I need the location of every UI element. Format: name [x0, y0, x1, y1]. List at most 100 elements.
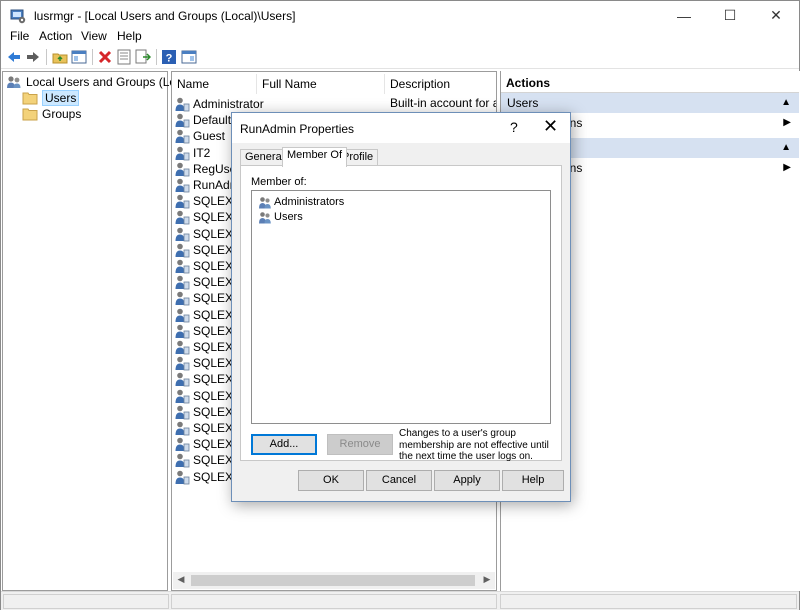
help-button[interactable]: Help	[502, 470, 564, 491]
table-row[interactable]: Administrator Built-in account for adm	[174, 96, 496, 112]
show-hide-action-pane-icon[interactable]	[181, 49, 197, 65]
svg-text:?: ?	[166, 53, 173, 65]
properties-dialog: RunAdmin Properties ? ✕ General Member O…	[231, 112, 571, 502]
back-icon[interactable]	[6, 49, 22, 65]
toolbar: ?	[1, 45, 799, 69]
dialog-help-button[interactable]: ?	[510, 119, 518, 135]
table-row[interactable]: IT2	[174, 145, 210, 161]
actions-section-users[interactable]: Users ▲	[501, 93, 799, 113]
tab-member-of[interactable]: Member Of	[282, 147, 348, 167]
user-icon	[175, 356, 190, 371]
folder-icon	[22, 108, 38, 121]
group-icon	[259, 196, 271, 208]
user-icon	[175, 308, 190, 322]
status-bar	[1, 591, 799, 610]
status-segment	[171, 594, 497, 609]
menu-view[interactable]: View	[81, 29, 107, 43]
ok-button[interactable]: OK	[298, 470, 364, 491]
user-icon	[175, 275, 190, 290]
close-button[interactable]: ✕	[753, 1, 799, 30]
cancel-button[interactable]: Cancel	[366, 470, 432, 491]
user-icon	[175, 324, 190, 339]
user-icon	[175, 194, 190, 209]
delete-icon[interactable]	[97, 49, 113, 65]
user-icon	[175, 146, 190, 160]
collapse-icon[interactable]: ▲	[781, 93, 791, 113]
column-header-description[interactable]: Description	[385, 74, 496, 94]
list-item[interactable]: Users	[258, 210, 303, 224]
actions-section-label: Users	[507, 96, 539, 110]
member-name: Administrators	[274, 196, 345, 208]
scroll-left-icon[interactable]: ◀	[175, 574, 187, 585]
status-segment	[500, 594, 797, 609]
user-name: Guest	[193, 129, 226, 144]
member-name: Users	[274, 211, 303, 223]
user-icon	[175, 373, 190, 387]
apply-button[interactable]: Apply	[434, 470, 500, 491]
user-icon	[175, 454, 190, 468]
user-icon	[175, 470, 190, 484]
up-folder-icon[interactable]	[52, 49, 68, 65]
tree-item-groups[interactable]: Groups	[22, 106, 81, 122]
collapse-icon[interactable]: ▲	[781, 138, 791, 158]
user-icon	[175, 227, 190, 241]
user-icon	[175, 243, 190, 258]
tree-item-label: Users	[42, 90, 80, 106]
table-row[interactable]: Guest	[174, 128, 225, 144]
tree-item-label: Groups	[42, 107, 82, 121]
forward-icon[interactable]	[25, 49, 41, 65]
main-window: lusrmgr - [Local Users and Groups (Local…	[0, 0, 800, 610]
user-name: IT2	[193, 145, 211, 160]
user-icon	[175, 437, 190, 452]
local-users-groups-icon	[7, 76, 21, 88]
folder-icon	[22, 92, 38, 105]
user-icon	[175, 405, 190, 420]
user-icon	[175, 178, 190, 193]
column-header-name[interactable]: Name	[172, 74, 257, 94]
minimize-button[interactable]: —	[661, 1, 707, 30]
user-icon	[175, 211, 190, 225]
scroll-right-icon[interactable]: ▶	[481, 574, 493, 585]
column-header-full-name[interactable]: Full Name	[257, 74, 385, 94]
user-icon	[175, 259, 190, 274]
submenu-arrow-icon: ▶	[783, 162, 791, 173]
help-icon[interactable]: ?	[161, 49, 177, 65]
tree-item-users[interactable]: Users	[22, 90, 80, 106]
window-title: lusrmgr - [Local Users and Groups (Local…	[34, 9, 296, 23]
user-icon	[175, 340, 190, 355]
menu-help[interactable]: Help	[117, 29, 142, 43]
toolbar-separator	[92, 49, 93, 65]
menu-file[interactable]: File	[10, 29, 29, 43]
dialog-close-button[interactable]: ✕	[543, 116, 558, 137]
computer-management-icon	[10, 9, 26, 24]
scrollbar-thumb[interactable]	[191, 575, 475, 586]
user-icon	[175, 421, 190, 436]
export-list-icon[interactable]	[135, 49, 151, 65]
user-icon	[175, 292, 190, 306]
console-tree: Local Users and Groups (Local) Users Gro…	[2, 71, 195, 591]
user-icon	[175, 97, 190, 112]
user-icon	[175, 162, 190, 177]
dialog-title-bar: RunAdmin Properties ? ✕	[232, 113, 570, 143]
maximize-button[interactable]: ☐	[707, 1, 753, 30]
submenu-arrow-icon: ▶	[783, 117, 791, 128]
user-icon	[175, 113, 190, 128]
membership-note: Changes to a user's group membership are…	[399, 428, 549, 462]
menu-action[interactable]: Action	[39, 29, 72, 43]
user-icon	[175, 130, 190, 144]
show-hide-tree-icon[interactable]	[71, 49, 87, 65]
list-item[interactable]: Administrators	[258, 195, 344, 209]
dialog-title: RunAdmin Properties	[240, 122, 355, 136]
actions-title: Actions	[501, 73, 799, 93]
member-of-list[interactable]: Administrators Users	[251, 190, 551, 424]
group-icon	[259, 211, 271, 223]
tree-root-label: Local Users and Groups (Local)	[26, 75, 196, 89]
tree-root[interactable]: Local Users and Groups (Local)	[6, 74, 195, 90]
horizontal-scrollbar[interactable]: ◀ ▶	[173, 572, 495, 589]
add-button[interactable]: Add...	[251, 434, 317, 455]
remove-button[interactable]: Remove	[327, 434, 393, 455]
member-of-panel: Member of: Administrators Users Add... R…	[240, 165, 562, 462]
properties-icon[interactable]	[116, 49, 132, 65]
toolbar-separator	[156, 49, 157, 65]
menu-bar: File Action View Help	[1, 27, 799, 45]
